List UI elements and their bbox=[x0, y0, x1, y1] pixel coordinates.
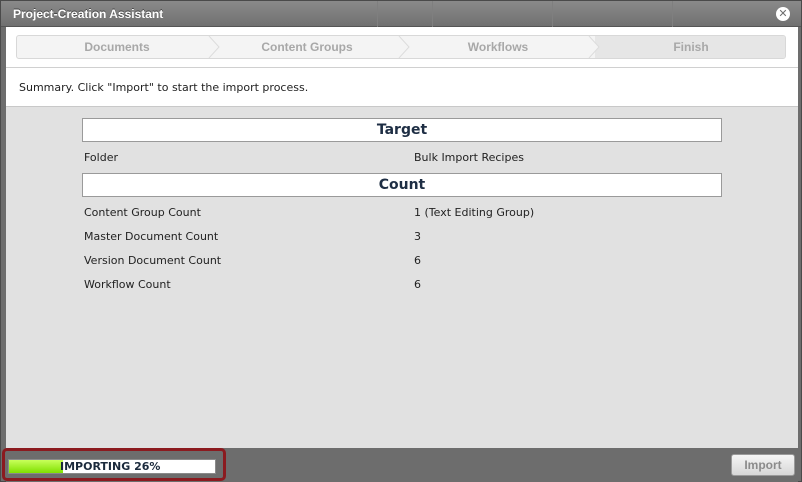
title-bar-divider bbox=[552, 1, 553, 27]
summary-row-value: 6 bbox=[414, 254, 421, 267]
summary-row-value: 6 bbox=[414, 278, 421, 291]
wizard-step-content-groups[interactable]: Content Groups bbox=[217, 36, 397, 58]
instruction-bar: Summary. Click "Import" to start the imp… bbox=[6, 68, 798, 107]
summary-row-value: 1 (Text Editing Group) bbox=[414, 206, 535, 219]
step-chevron-icon bbox=[587, 36, 600, 58]
title-bar-divider bbox=[672, 1, 673, 27]
import-progress-label: IMPORTING 26% bbox=[60, 460, 161, 473]
count-section-header: Count bbox=[82, 173, 722, 197]
title-bar[interactable]: Project-Creation Assistant ✕ bbox=[1, 1, 801, 27]
summary-row-value: Bulk Import Recipes bbox=[414, 151, 524, 164]
wizard-step-workflows[interactable]: Workflows bbox=[407, 36, 589, 58]
close-icon[interactable]: ✕ bbox=[776, 7, 790, 21]
instruction-text: Summary. Click "Import" to start the imp… bbox=[19, 81, 309, 94]
progress-highlight-frame: IMPORTING 26% bbox=[2, 448, 226, 481]
import-button[interactable]: Import bbox=[731, 454, 795, 476]
summary-panel: Target Folder Bulk Import Recipes Count … bbox=[6, 107, 798, 448]
import-progress-fill bbox=[9, 460, 63, 473]
wizard-step-documents[interactable]: Documents bbox=[17, 36, 217, 58]
summary-row-label: Content Group Count bbox=[84, 206, 201, 219]
summary-row-label: Master Document Count bbox=[84, 230, 219, 243]
target-section-header: Target bbox=[82, 118, 722, 142]
wizard-step-finish[interactable]: Finish bbox=[595, 36, 785, 58]
summary-row-label: Folder bbox=[84, 151, 118, 164]
wizard-steps-bar: Documents Content Groups Workflows Finis… bbox=[6, 27, 798, 68]
summary-row-label: Workflow Count bbox=[84, 278, 171, 291]
title-bar-divider bbox=[377, 1, 378, 27]
dialog-title: Project-Creation Assistant bbox=[13, 7, 164, 21]
title-bar-divider bbox=[432, 1, 433, 27]
wizard-steps: Documents Content Groups Workflows Finis… bbox=[16, 35, 786, 59]
import-progress-bar: IMPORTING 26% bbox=[8, 459, 216, 474]
project-creation-dialog: Project-Creation Assistant ✕ Documents C… bbox=[0, 0, 802, 482]
summary-row-value: 3 bbox=[414, 230, 421, 243]
summary-row-label: Version Document Count bbox=[84, 254, 222, 267]
dialog-footer: IMPORTING 26% Import bbox=[2, 448, 798, 482]
